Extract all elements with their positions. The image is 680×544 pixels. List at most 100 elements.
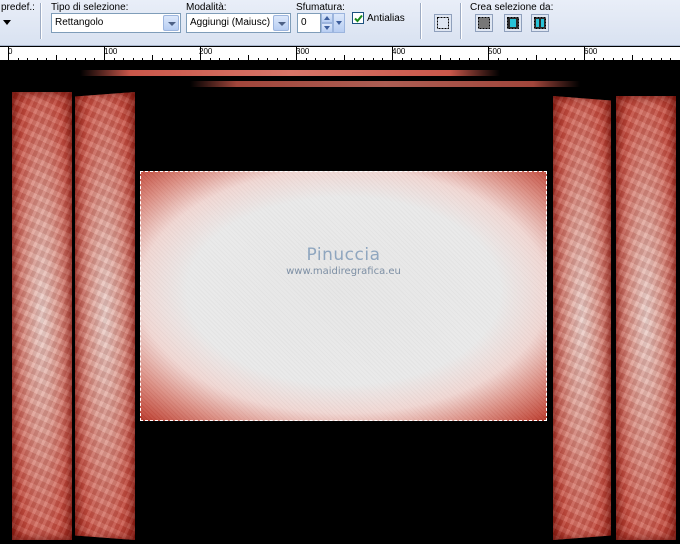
chevron-down-icon bbox=[3, 20, 11, 25]
ruler-tick bbox=[421, 58, 422, 60]
ruler-tick bbox=[56, 55, 57, 60]
left-pillar-outer bbox=[12, 92, 72, 540]
ruler-tick bbox=[354, 58, 355, 60]
ruler-tick bbox=[181, 58, 182, 60]
ruler-tick bbox=[18, 58, 19, 60]
ruler-tick bbox=[613, 58, 614, 60]
ruler-tick bbox=[555, 58, 556, 60]
ruler-tick bbox=[8, 47, 9, 60]
ruler-tick bbox=[344, 55, 345, 60]
selection-marquee[interactable] bbox=[140, 171, 547, 421]
layer-selection-icon bbox=[475, 14, 493, 32]
ruler-tick bbox=[603, 58, 604, 60]
ruler-tick bbox=[94, 58, 95, 60]
ruler-tick bbox=[536, 55, 537, 60]
feather-input[interactable]: 0 bbox=[297, 13, 321, 33]
tool-options-toolbar: predef.: Tipo di selezione: Rettangolo M… bbox=[0, 0, 680, 46]
feather-increase-button[interactable] bbox=[321, 13, 333, 23]
decorative-strip bbox=[80, 70, 500, 76]
ruler-tick bbox=[248, 55, 249, 60]
ruler-tick bbox=[229, 58, 230, 60]
chevron-down-icon[interactable] bbox=[273, 15, 289, 31]
ruler-tick bbox=[27, 58, 28, 60]
ruler-tick bbox=[190, 58, 191, 60]
selection-from-layer-button[interactable] bbox=[475, 14, 493, 32]
mode-value: Aggiungi (Maiusc) bbox=[190, 17, 271, 28]
selection-type-value: Rettangolo bbox=[55, 17, 104, 28]
ruler-tick bbox=[488, 47, 489, 60]
ruler-tick bbox=[440, 55, 441, 60]
ruler-tick bbox=[66, 58, 67, 60]
ruler-tick bbox=[565, 58, 566, 60]
preset-label: predef.: bbox=[1, 2, 35, 13]
create-selection-label: Crea selezione da: bbox=[470, 2, 554, 13]
antialias-label: Antialias bbox=[367, 13, 405, 24]
ruler-label: 100 bbox=[104, 47, 118, 56]
ruler-tick bbox=[200, 47, 201, 60]
opaque-selection-icon bbox=[531, 14, 549, 32]
ruler-tick bbox=[507, 58, 508, 60]
feather-value: 0 bbox=[301, 17, 307, 28]
ruler-tick bbox=[363, 58, 364, 60]
antialias-checkbox[interactable] bbox=[352, 12, 364, 24]
selection-from-mask-button[interactable] bbox=[504, 14, 522, 32]
ruler-tick bbox=[296, 47, 297, 60]
ruler-tick bbox=[594, 58, 595, 60]
ruler-tick bbox=[651, 58, 652, 60]
ruler-tick bbox=[162, 58, 163, 60]
chevron-down-icon[interactable] bbox=[163, 15, 179, 31]
ruler-label: 400 bbox=[392, 47, 406, 56]
ruler-tick bbox=[325, 58, 326, 60]
toolbar-separator bbox=[460, 3, 462, 39]
ruler-tick bbox=[373, 58, 374, 60]
ruler-tick bbox=[238, 58, 239, 60]
ruler-tick bbox=[622, 58, 623, 60]
ruler-tick bbox=[334, 58, 335, 60]
right-pillar-inner bbox=[553, 96, 611, 540]
selection-type-label: Tipo di selezione: bbox=[51, 2, 129, 13]
ruler-tick bbox=[430, 58, 431, 60]
ruler-tick bbox=[133, 58, 134, 60]
ruler-tick bbox=[85, 58, 86, 60]
horizontal-ruler: 0 100 200 300 400 500 600 bbox=[0, 47, 680, 61]
ruler-tick bbox=[402, 58, 403, 60]
ruler-tick bbox=[114, 58, 115, 60]
ruler-tick bbox=[46, 58, 47, 60]
ruler-tick bbox=[277, 58, 278, 60]
image-canvas[interactable]: Pinuccia www.maidiregrafica.eu bbox=[0, 62, 680, 544]
ruler-tick bbox=[219, 58, 220, 60]
toolbar-separator bbox=[420, 3, 422, 39]
feather-decrease-button[interactable] bbox=[321, 23, 333, 33]
ruler-tick bbox=[123, 58, 124, 60]
selection-marquee-icon bbox=[434, 14, 452, 32]
ruler-tick bbox=[306, 58, 307, 60]
ruler-tick bbox=[546, 58, 547, 60]
ruler-tick bbox=[315, 58, 316, 60]
ruler-tick bbox=[411, 58, 412, 60]
selection-from-opaque-button[interactable] bbox=[531, 14, 549, 32]
ruler-tick bbox=[517, 58, 518, 60]
ruler-tick bbox=[210, 58, 211, 60]
ruler-tick bbox=[661, 58, 662, 60]
ruler-tick bbox=[142, 58, 143, 60]
ruler-tick bbox=[75, 58, 76, 60]
ruler-tick bbox=[498, 58, 499, 60]
ruler-tick bbox=[286, 58, 287, 60]
ruler-tick bbox=[469, 58, 470, 60]
ruler-tick bbox=[104, 47, 105, 60]
ruler-tick bbox=[450, 58, 451, 60]
ruler-label: 300 bbox=[296, 47, 310, 56]
feather-slider-button[interactable] bbox=[333, 13, 345, 33]
left-pillar-inner bbox=[75, 92, 135, 540]
mode-select[interactable]: Aggiungi (Maiusc) bbox=[186, 13, 291, 33]
ruler-tick bbox=[152, 55, 153, 60]
ruler-tick bbox=[382, 58, 383, 60]
select-none-button[interactable] bbox=[434, 14, 452, 32]
feather-label: Sfumatura: bbox=[296, 2, 345, 13]
selection-type-select[interactable]: Rettangolo bbox=[51, 13, 181, 33]
ruler-tick bbox=[584, 47, 585, 60]
mode-label: Modalità: bbox=[186, 2, 227, 13]
toolbar-separator bbox=[40, 3, 42, 39]
ruler-tick bbox=[459, 58, 460, 60]
preset-dropdown-button[interactable] bbox=[1, 16, 13, 28]
